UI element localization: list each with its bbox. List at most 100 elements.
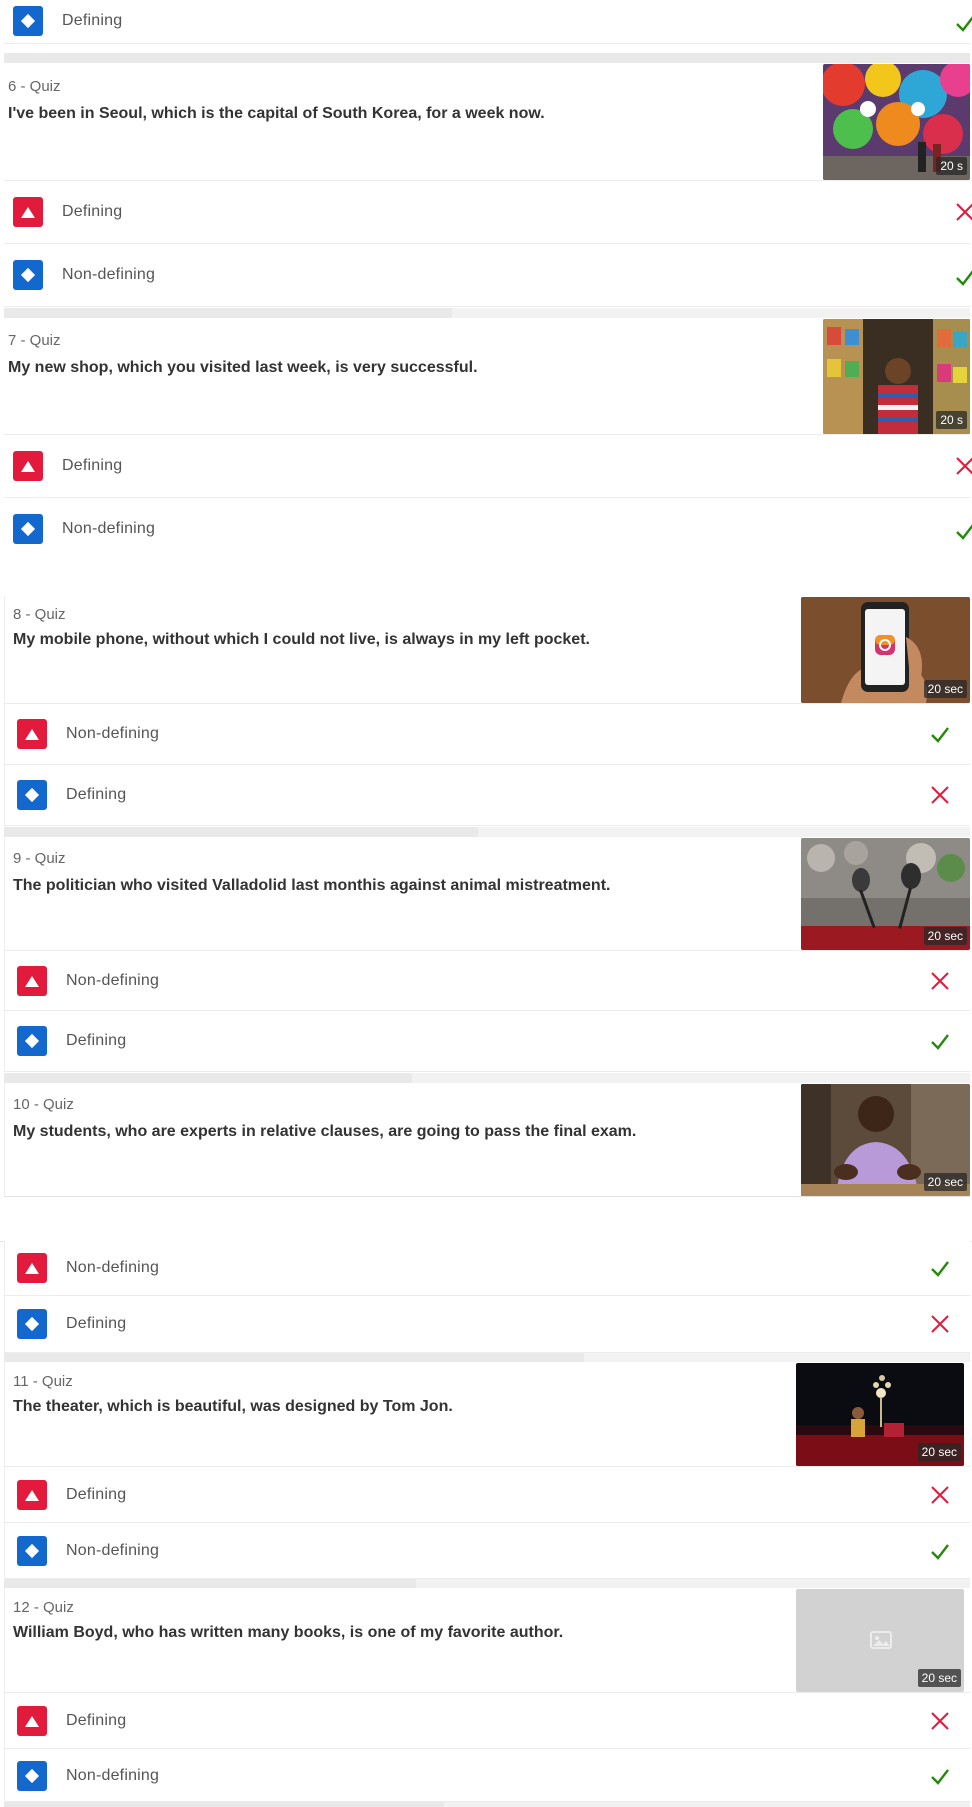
question-number: 6 - Quiz (8, 78, 61, 95)
time-badge: 20 s (936, 411, 967, 429)
checkmark-icon (931, 727, 949, 743)
section-divider (4, 308, 970, 318)
question-text: The theater, which is beautiful, was des… (13, 1398, 453, 1415)
question-card[interactable]: 7 - Quiz My new shop, which you visited … (4, 318, 970, 435)
cross-icon (931, 786, 949, 804)
diamond-icon (17, 1536, 47, 1566)
question-card[interactable]: 9 - Quiz The politician who visited Vall… (4, 837, 970, 951)
question-card[interactable]: 11 - Quiz The theater, which is beautifu… (4, 1362, 970, 1467)
answer-row[interactable]: Defining (4, 1296, 970, 1353)
answer-row[interactable]: Non-defining (4, 1523, 970, 1579)
answer-row[interactable]: Defining (4, 1467, 970, 1523)
diamond-icon (13, 514, 43, 544)
answer-row[interactable]: Defining (4, 1011, 970, 1072)
triangle-icon (17, 1706, 47, 1736)
question-number: 7 - Quiz (8, 332, 61, 349)
triangle-icon (13, 197, 43, 227)
answer-row[interactable]: Defining (4, 765, 970, 826)
checkmark-icon (931, 1034, 949, 1050)
question-number: 10 - Quiz (13, 1096, 74, 1113)
shopkeeper-image: 20 s (823, 319, 970, 434)
answer-label: Defining (62, 457, 123, 474)
triangle-icon (17, 719, 47, 749)
checkmark-icon (956, 16, 972, 32)
answer-row[interactable]: Non-defining (4, 704, 970, 765)
diamond-icon (13, 6, 43, 36)
checkmark-icon (931, 1769, 949, 1785)
answer-row[interactable]: Non-defining (4, 951, 970, 1011)
answer-row[interactable]: Non-defining (4, 244, 972, 307)
cross-icon (956, 457, 972, 475)
question-card[interactable]: 10 - Quiz My students, who are experts i… (4, 1083, 970, 1197)
checkmark-icon (931, 1544, 949, 1560)
answer-row[interactable]: Defining (4, 1693, 970, 1749)
answer-row[interactable]: Defining (4, 0, 972, 44)
answer-label: Non-defining (66, 1259, 160, 1276)
answer-label: Non-defining (66, 725, 160, 742)
image-placeholder: 20 sec (796, 1589, 964, 1692)
answer-row[interactable]: Defining (4, 435, 972, 498)
answer-row[interactable]: Defining (4, 181, 972, 244)
section-divider (4, 1802, 970, 1807)
question-number: 12 - Quiz (13, 1599, 74, 1616)
question-text: My mobile phone, without which I could n… (13, 631, 590, 648)
question-text: My new shop, which you visited last week… (8, 359, 478, 376)
answer-label: Non-defining (62, 266, 156, 283)
question-card[interactable]: 12 - Quiz William Boyd, who has written … (4, 1588, 970, 1693)
question-text: My students, who are experts in relative… (13, 1123, 637, 1140)
theater-stage-image: 20 sec (796, 1363, 964, 1466)
triangle-icon (17, 1253, 47, 1283)
time-badge: 20 sec (923, 680, 967, 698)
answer-label: Defining (66, 1032, 127, 1049)
answer-label: Defining (62, 203, 123, 220)
time-badge: 20 sec (917, 1669, 961, 1687)
time-badge: 20 s (936, 157, 967, 175)
diamond-icon (13, 260, 43, 290)
section-divider (4, 1073, 970, 1083)
answer-label: Non-defining (66, 972, 160, 989)
question-card[interactable]: 8 - Quiz My mobile phone, without which … (4, 596, 970, 704)
cross-icon (931, 972, 949, 990)
time-badge: 20 sec (917, 1443, 961, 1461)
answer-label: Defining (66, 1712, 127, 1729)
student-image: 20 sec (801, 1084, 970, 1196)
section-divider (4, 53, 970, 63)
answer-row[interactable]: Non-defining (4, 1749, 970, 1802)
answer-label: Defining (62, 12, 123, 29)
question-card[interactable]: 6 - Quiz I've been in Seoul, which is th… (4, 63, 970, 181)
question-text: I've been in Seoul, which is the capital… (8, 105, 545, 122)
triangle-icon (13, 451, 43, 481)
question-number: 8 - Quiz (13, 606, 66, 623)
answer-label: Defining (66, 786, 127, 803)
question-text: William Boyd, who has written many books… (13, 1624, 564, 1641)
cross-icon (931, 1712, 949, 1730)
triangle-icon (17, 966, 47, 996)
diamond-icon (17, 1761, 47, 1791)
answer-row[interactable]: Non-defining (4, 1241, 970, 1296)
diamond-icon (17, 780, 47, 810)
diamond-icon (17, 1026, 47, 1056)
diamond-icon (17, 1309, 47, 1339)
checkmark-icon (956, 270, 972, 286)
question-number: 9 - Quiz (13, 850, 66, 867)
phone-instagram-image: 20 sec (801, 597, 970, 703)
checkmark-icon (931, 1261, 949, 1277)
answer-label: Defining (66, 1315, 127, 1332)
checkmark-icon (956, 524, 972, 540)
cross-icon (931, 1315, 949, 1333)
answer-label: Non-defining (66, 1767, 160, 1784)
answer-label: Defining (66, 1486, 127, 1503)
time-badge: 20 sec (923, 1173, 967, 1191)
time-badge: 20 sec (923, 927, 967, 945)
cross-icon (931, 1486, 949, 1504)
answer-label: Non-defining (66, 1542, 160, 1559)
question-text: The politician who visited Valladolid la… (13, 877, 611, 894)
cross-icon (956, 203, 972, 221)
triangle-icon (17, 1480, 47, 1510)
section-divider (4, 827, 970, 837)
question-number: 11 - Quiz (13, 1373, 73, 1390)
answer-row[interactable]: Non-defining (4, 498, 972, 561)
graffiti-wall-image: 20 s (823, 64, 970, 180)
microphones-image: 20 sec (801, 838, 970, 950)
answer-label: Non-defining (62, 520, 156, 537)
